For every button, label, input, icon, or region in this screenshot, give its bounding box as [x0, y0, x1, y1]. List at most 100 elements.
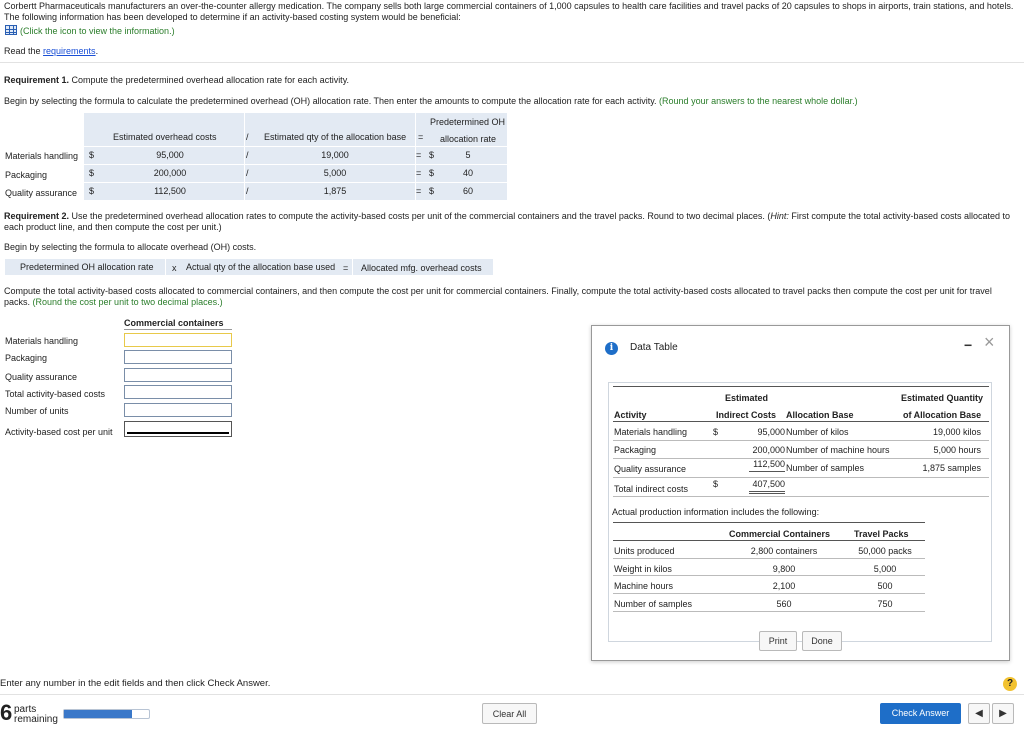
t1-activity: Packaging — [614, 445, 657, 455]
oh-row-rate[interactable]: 60 — [450, 186, 486, 196]
oh-row-cost[interactable]: 95,000 — [140, 150, 200, 160]
t1-h-of-alloc: of Allocation Base — [903, 410, 982, 420]
cc-header-rule — [124, 329, 232, 330]
t2-label: Number of samples — [614, 599, 693, 609]
t2-label: Units produced — [614, 546, 675, 556]
cc-row-label: Total activity-based costs — [5, 389, 106, 399]
oh-row-qty[interactable]: 19,000 — [305, 150, 365, 160]
compute-round-note: (Round the cost per unit to two decimal … — [32, 297, 223, 307]
oh-row-dollar2: $ — [429, 168, 435, 178]
oh-row-dollar2: $ — [429, 150, 435, 160]
intro-line-1: Corbertt Pharmaceuticals manufacturers a… — [4, 1, 1014, 11]
oh-row-qty[interactable]: 5,000 — [305, 168, 365, 178]
t2-label: Machine hours — [614, 581, 674, 591]
req1-heading: Requirement 1. Compute the predetermined… — [4, 75, 349, 85]
requirements-link[interactable]: requirements — [43, 46, 96, 56]
minimize-icon[interactable]: − — [964, 337, 972, 353]
t2-tp: 750 — [877, 599, 893, 609]
cc-row-label: Number of units — [5, 406, 69, 416]
oh-header-eq: = — [418, 132, 424, 142]
oh-row-label: Materials handling — [5, 151, 79, 161]
t1-cost: 95,000 — [757, 427, 785, 437]
t2-label: Weight in kilos — [614, 564, 672, 574]
t1-top-rule — [613, 386, 989, 387]
t1-qty: 19,000 kilos — [932, 427, 981, 437]
req2-heading-line2: each product line, and then compute the … — [4, 222, 222, 232]
oh-col-sep-1 — [244, 113, 245, 200]
cc-total-input[interactable] — [124, 385, 232, 399]
oh-row-rate[interactable]: 5 — [450, 150, 486, 160]
actual-intro: Actual production information includes t… — [612, 507, 820, 517]
t1-header-rule — [613, 421, 989, 422]
t2-cc: 2,800 containers — [750, 546, 818, 556]
req2-heading-bold: Requirement 2. — [4, 211, 70, 221]
help-icon[interactable]: ? — [1003, 677, 1017, 691]
progress-bar — [63, 709, 150, 719]
t2-h-cc: Commercial Containers — [729, 529, 831, 539]
t1-base: Number of samples — [786, 463, 865, 473]
t1-dollar: $ — [713, 427, 719, 437]
oh-row-cost[interactable]: 112,500 — [140, 186, 200, 196]
formula-qty[interactable]: Actual qty of the allocation base used — [186, 262, 335, 272]
t1-bottom-rule — [613, 496, 989, 497]
formula-result[interactable]: Allocated mfg. overhead costs — [361, 263, 482, 273]
click-icon-text[interactable]: (Click the icon to view the information.… — [20, 26, 175, 36]
oh-row-dollar: $ — [89, 186, 95, 196]
cc-units-input[interactable] — [124, 403, 232, 417]
check-answer-button[interactable]: Check Answer — [880, 703, 961, 724]
cc-quality-input[interactable] — [124, 368, 232, 382]
compute-line-1: Compute the total activity-based costs a… — [4, 286, 992, 296]
t1-total-label: Total indirect costs — [614, 484, 689, 494]
formula-sep-1 — [165, 259, 166, 275]
t2-row-rule — [613, 593, 925, 594]
t1-row-rule — [613, 458, 989, 459]
oh-row-slash: / — [246, 186, 249, 196]
oh-row-cost[interactable]: 200,000 — [140, 168, 200, 178]
oh-header-est-qty: Estimated qty of the allocation base — [264, 132, 407, 142]
req2-heading-text: Use the predetermined overhead allocatio… — [69, 211, 771, 221]
cc-row-label: Quality assurance — [5, 372, 78, 382]
table-icon[interactable] — [5, 25, 17, 35]
prev-arrow-icon[interactable]: ◀ — [968, 703, 990, 724]
print-button[interactable]: Print — [759, 631, 797, 651]
oh-row-eq: = — [416, 168, 422, 178]
oh-row-qty[interactable]: 1,875 — [305, 186, 365, 196]
done-button[interactable]: Done — [802, 631, 842, 651]
t2-cc: 560 — [776, 599, 792, 609]
t2-row-rule — [613, 558, 925, 559]
t1-activity: Quality assurance — [614, 464, 687, 474]
formula-rate[interactable]: Predetermined OH allocation rate — [20, 262, 154, 272]
t2-cc: 2,100 — [772, 581, 796, 591]
oh-row-slash: / — [246, 150, 249, 160]
t2-tp: 50,000 packs — [858, 546, 912, 556]
clear-all-button[interactable]: Clear All — [482, 703, 537, 724]
t1-total-rule-2 — [749, 493, 785, 494]
t2-bottom-rule — [613, 611, 925, 612]
req2-heading: Requirement 2. Use the predetermined ove… — [4, 211, 1010, 221]
t1-qty: 5,000 hours — [933, 445, 981, 455]
compute-line-2-text: packs. — [4, 297, 33, 307]
remaining-label: remaining — [14, 714, 58, 725]
t1-h-indirect: Indirect Costs — [716, 410, 777, 420]
oh-row-rate[interactable]: 40 — [450, 168, 486, 178]
compute-line-2: packs. (Round the cost per unit to two d… — [4, 297, 223, 307]
t1-cost: 112,500 — [753, 459, 785, 469]
parts-number: 6 — [0, 700, 13, 725]
oh-header-predetermined: Predetermined OH — [430, 117, 506, 127]
cc-header: Commercial containers — [124, 318, 224, 328]
formula-x: x — [172, 263, 177, 273]
next-arrow-icon[interactable]: ▶ — [992, 703, 1014, 724]
popup-title: Data Table — [630, 342, 678, 353]
formula-sep-2 — [352, 259, 353, 275]
t2-tp: 500 — [877, 581, 893, 591]
req2-hint: Hint: — [770, 211, 789, 221]
cc-packaging-input[interactable] — [124, 350, 232, 364]
cc-cost-per-unit-input[interactable] — [124, 421, 232, 437]
oh-row-eq: = — [416, 150, 422, 160]
req1-heading-text: Compute the predetermined overhead alloc… — [69, 75, 350, 85]
close-icon[interactable]: × — [984, 332, 995, 353]
cc-materials-input[interactable] — [124, 333, 232, 347]
t2-cc: 9,800 — [772, 564, 796, 574]
info-icon: i — [605, 342, 618, 355]
t1-h-est-qty: Estimated Quantity — [901, 393, 984, 403]
